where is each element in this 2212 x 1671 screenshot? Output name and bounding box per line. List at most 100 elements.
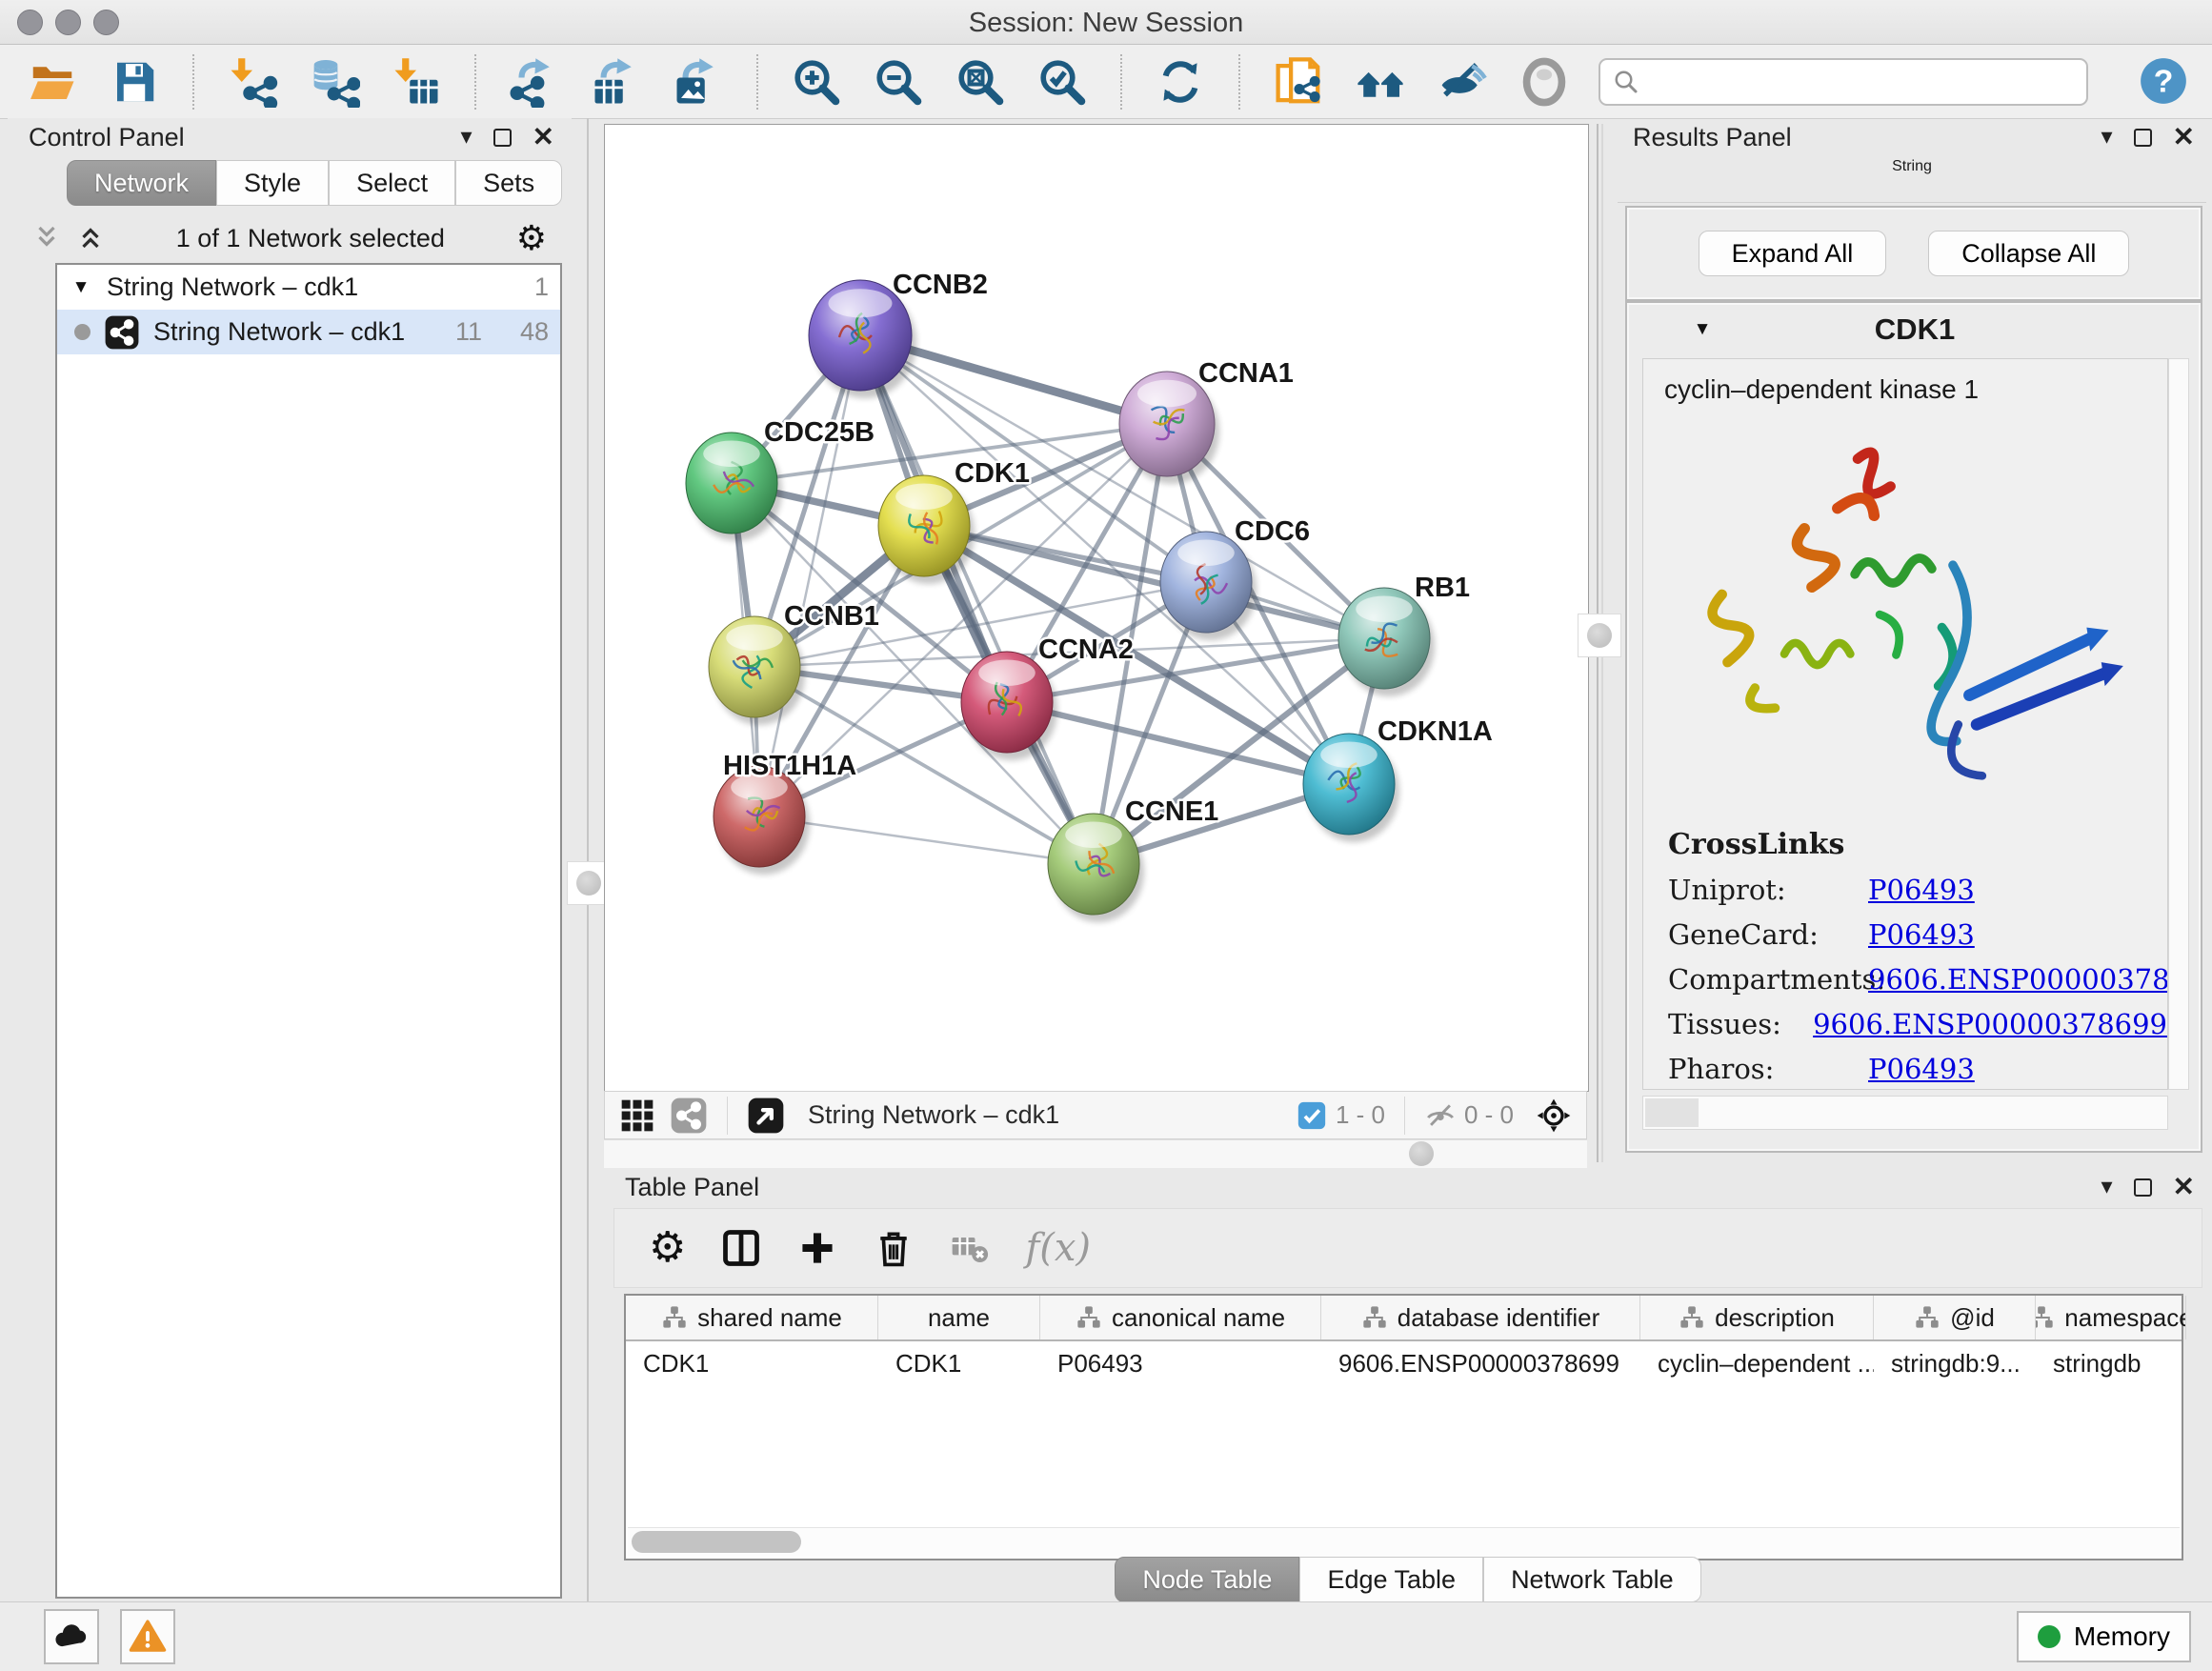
cloud-icon [51, 1617, 91, 1657]
delete-column-button[interactable] [873, 1227, 915, 1269]
warnings-button[interactable] [120, 1609, 175, 1664]
toggle-birds-eye-button[interactable] [1517, 53, 1572, 111]
graph-node-RB1[interactable] [1338, 588, 1435, 696]
expand-all-networks-button[interactable] [76, 223, 105, 254]
results-panel-close-button[interactable]: ✕ [2173, 124, 2195, 151]
tab-network[interactable]: Network [67, 160, 216, 206]
tab-string[interactable]: String [1892, 158, 1932, 202]
crosslink-value-link[interactable]: 9606.ENSP00000378699 [1813, 1008, 2167, 1040]
refresh-layout-button[interactable] [1153, 53, 1208, 111]
collapse-all-networks-button[interactable] [32, 223, 61, 254]
graph-node-label-CCNB1: CCNB1 [784, 601, 879, 632]
hide-selected-button[interactable] [1435, 53, 1490, 111]
results-panel-collapse-button[interactable]: ▾ [2101, 126, 2112, 149]
crosslink-value-link[interactable]: P06493 [1868, 918, 1975, 951]
column-header-shared-name[interactable]: shared name [626, 1296, 878, 1339]
results-vertical-scrollbar[interactable] [2168, 358, 2189, 1090]
duplicate-network-button[interactable] [1271, 53, 1326, 111]
show-columns-button[interactable] [720, 1227, 762, 1269]
selected-checkbox-icon[interactable] [1296, 1099, 1328, 1132]
expand-all-button[interactable]: Expand All [1699, 231, 1887, 276]
zoom-in-button[interactable] [789, 53, 844, 111]
table-scrollbar-thumb[interactable] [632, 1531, 801, 1553]
external-arrow-icon [747, 1097, 785, 1135]
grid-view-button[interactable] [618, 1097, 656, 1135]
crosslink-value-link[interactable]: 9606.ENSP00000378699 [1868, 963, 2168, 996]
control-panel-float-button[interactable] [493, 129, 512, 147]
detach-view-button[interactable] [747, 1097, 785, 1135]
tab-select[interactable]: Select [329, 160, 455, 206]
tab-sets[interactable]: Sets [455, 160, 562, 206]
trash-icon [873, 1227, 915, 1269]
show-all-button[interactable] [1353, 53, 1408, 111]
column-header-name[interactable]: name [878, 1296, 1040, 1339]
graph-node-CCNE1[interactable] [1048, 814, 1144, 922]
open-session-button[interactable] [25, 53, 80, 111]
birds-eye-toggle-button[interactable] [1535, 1097, 1573, 1135]
tab-edge-table[interactable]: Edge Table [1299, 1557, 1483, 1602]
function-builder-icon[interactable]: f(x) [1025, 1226, 1091, 1270]
save-session-button[interactable] [107, 53, 162, 111]
create-column-button[interactable] [796, 1227, 838, 1269]
collection-expander-icon[interactable]: ▼ [69, 277, 93, 298]
table-panel-float-button[interactable] [2134, 1178, 2152, 1197]
help-button[interactable]: ? [2138, 55, 2189, 109]
graph-node-CDKN1A[interactable] [1303, 734, 1399, 842]
network-canvas[interactable]: CCNB2CCNA1CDC25BCDK1CDC6RB1CCNB1CCNA2CDK… [604, 124, 1589, 1092]
table-horizontal-scrollbar[interactable] [628, 1527, 2180, 1557]
graph-node-label-CCNA2: CCNA2 [1038, 634, 1134, 665]
table-panel-collapse-button[interactable]: ▾ [2101, 1176, 2112, 1198]
tab-node-table[interactable]: Node Table [1115, 1557, 1299, 1602]
export-table-icon [591, 56, 642, 108]
crosslink-value-link[interactable]: P06493 [1868, 1053, 1975, 1085]
network-selection-summary: 1 of 1 Network selected [120, 224, 501, 253]
control-panel-collapse-button[interactable]: ▾ [460, 126, 472, 149]
tab-network-table[interactable]: Network Table [1483, 1557, 1701, 1602]
import-table-from-file-button[interactable] [389, 53, 444, 111]
cloud-button[interactable] [44, 1609, 99, 1664]
results-horizontal-scrollbar[interactable] [1642, 1096, 2168, 1130]
graph-node-CCNA2[interactable] [961, 652, 1057, 760]
column-header-description[interactable]: description [1640, 1296, 1874, 1339]
memory-button[interactable]: Memory [2017, 1611, 2191, 1662]
network-list-options-gear-icon[interactable]: ⚙ [516, 221, 547, 255]
gene-expander-icon[interactable]: ▼ [1690, 319, 1715, 340]
import-network-from-file-button[interactable] [225, 53, 280, 111]
network-view-button[interactable] [670, 1097, 708, 1135]
control-panel-title: Control Panel [29, 123, 185, 152]
crosslink-value-link[interactable]: P06493 [1868, 874, 1975, 906]
control-panel-close-button[interactable]: ✕ [533, 124, 554, 151]
delete-table-button[interactable] [949, 1227, 991, 1269]
selected-count: 1 - 0 [1296, 1099, 1385, 1132]
network-collection-row[interactable]: ▼ String Network – cdk1 1 [57, 265, 560, 310]
network-row[interactable]: String Network – cdk1 11 48 [57, 310, 560, 354]
zoom-fit-button[interactable] [953, 53, 1008, 111]
zoom-selected-button[interactable] [1035, 53, 1090, 111]
tab-style[interactable]: Style [216, 160, 329, 206]
graph-node-CDK1[interactable] [878, 475, 975, 584]
toolbar-divider [474, 54, 476, 110]
graph-node-CDC25B[interactable] [686, 433, 782, 541]
column-header-canonical-name[interactable]: canonical name [1040, 1296, 1321, 1339]
export-table-button[interactable] [589, 53, 644, 111]
table-row[interactable]: CDK1CDK1P064939606.ENSP00000378699cyclin… [626, 1341, 2182, 1385]
search-input[interactable] [1650, 66, 2075, 97]
control-panel-tabs: NetworkStyleSelectSets [67, 160, 562, 206]
column-header-database-identifier[interactable]: database identifier [1321, 1296, 1640, 1339]
column-header-namespace[interactable]: namespace [2036, 1296, 2186, 1339]
open-session-icon [27, 56, 78, 108]
left-panel-divider [572, 118, 604, 1602]
collapse-all-button[interactable]: Collapse All [1928, 231, 2129, 276]
toolbar-divider [1238, 54, 1240, 110]
table-panel-close-button[interactable]: ✕ [2173, 1174, 2195, 1200]
export-network-button[interactable] [507, 53, 562, 111]
table-options-gear-icon[interactable]: ⚙ [649, 1227, 686, 1269]
graph-edge-CCNB2-CCNE1[interactable] [860, 335, 1094, 864]
import-network-from-database-button[interactable] [307, 53, 362, 111]
right-panel-divider [1587, 118, 1612, 1168]
results-panel-float-button[interactable] [2134, 129, 2152, 147]
column-header-@id[interactable]: @id [1874, 1296, 2036, 1339]
zoom-out-button[interactable] [871, 53, 926, 111]
network-graph[interactable]: CCNB2CCNA1CDC25BCDK1CDC6RB1CCNB1CCNA2CDK… [605, 125, 1586, 1089]
export-image-button[interactable] [671, 53, 726, 111]
